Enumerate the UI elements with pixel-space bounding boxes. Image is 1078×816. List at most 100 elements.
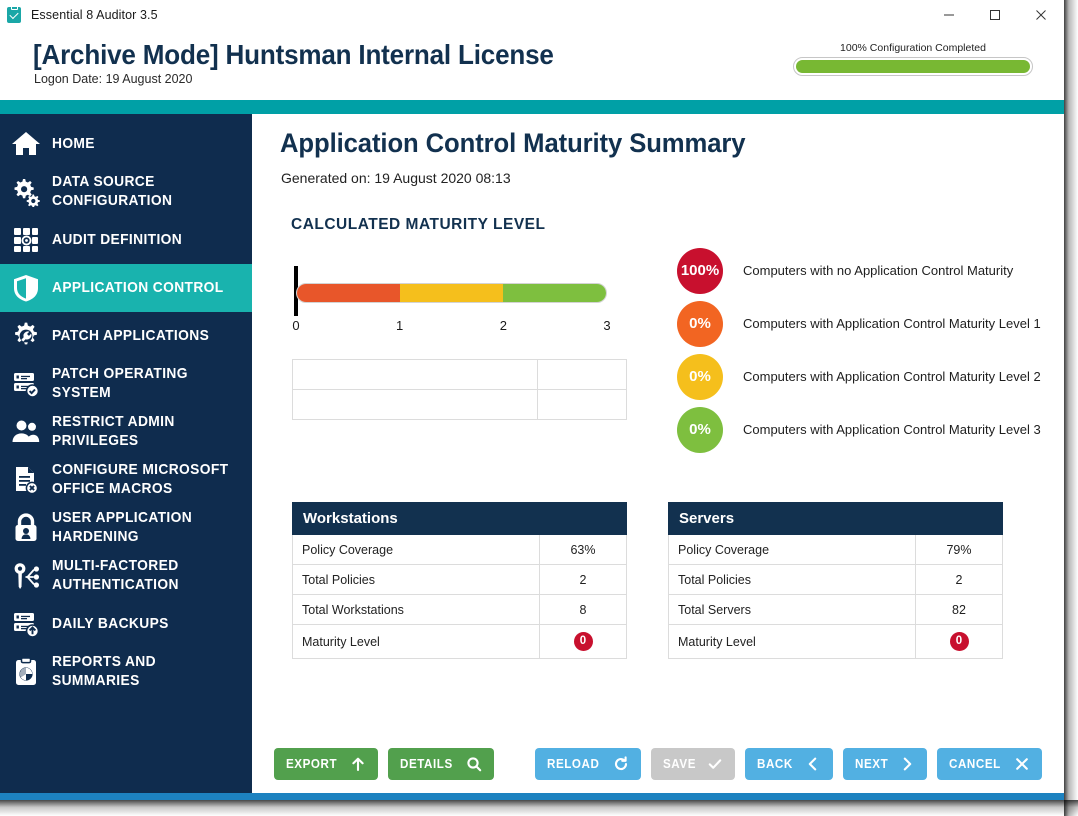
detail-row-label: Maturity Level bbox=[669, 625, 916, 659]
clipboard-check-icon bbox=[7, 7, 23, 23]
magnifier-icon bbox=[466, 756, 482, 772]
sidebar-item-patch-applications[interactable]: PATCH APPLICATIONS bbox=[0, 312, 252, 360]
status-badge: 0 bbox=[916, 625, 1003, 659]
sidebar-item-user-application-hardening[interactable]: USER APPLICATION HARDENING bbox=[0, 504, 252, 552]
generated-on: Generated on: 19 August 2020 08:13 bbox=[281, 170, 511, 186]
sidebar-item-restrict-admin-privileges[interactable]: RESTRICT ADMIN PRIVILEGES bbox=[0, 408, 252, 456]
servers-table-header: Servers bbox=[669, 503, 1003, 535]
button-label: DETAILS bbox=[400, 757, 453, 771]
detail-row-label: Maturity Level bbox=[293, 625, 540, 659]
info-row-label bbox=[293, 360, 538, 390]
table-row: Total Policies2 bbox=[293, 565, 627, 595]
chevron-left-icon bbox=[805, 756, 821, 772]
sidebar-item-patch-operating-system[interactable]: PATCH OPERATING SYSTEM bbox=[0, 360, 252, 408]
detail-row-value: 2 bbox=[540, 565, 627, 595]
detail-row-label: Total Policies bbox=[293, 565, 540, 595]
table-row: Policy Coverage79% bbox=[669, 535, 1003, 565]
detail-row-value: 8 bbox=[540, 595, 627, 625]
close-icon[interactable] bbox=[1018, 0, 1064, 30]
sidebar-item-label: MULTI-FACTORED AUTHENTICATION bbox=[52, 557, 229, 595]
table-row bbox=[293, 390, 627, 420]
cancel-button[interactable]: CANCEL bbox=[937, 748, 1042, 780]
next-button[interactable]: NEXT bbox=[843, 748, 928, 780]
gauge-tick-2: 2 bbox=[500, 318, 507, 333]
reload-button[interactable]: RELOAD bbox=[535, 748, 640, 780]
check-icon bbox=[707, 756, 723, 772]
detail-row-label: Total Workstations bbox=[293, 595, 540, 625]
detail-row-label: Total Policies bbox=[669, 565, 916, 595]
sidebar-item-label: USER APPLICATION HARDENING bbox=[52, 509, 229, 547]
page-title: Application Control Maturity Summary bbox=[280, 128, 745, 159]
header-accent-rule bbox=[0, 100, 1064, 114]
legend-percent-badge: 0% bbox=[677, 407, 723, 453]
maximize-icon[interactable] bbox=[972, 0, 1018, 30]
legend-percent-badge: 0% bbox=[677, 354, 723, 400]
window-controls bbox=[926, 0, 1064, 30]
main-content: Application Control Maturity Summary Gen… bbox=[252, 114, 1064, 796]
details-button[interactable]: DETAILS bbox=[388, 748, 494, 780]
gears-icon bbox=[0, 177, 52, 207]
sidebar-item-multi-factored-authentication[interactable]: MULTI-FACTORED AUTHENTICATION bbox=[0, 552, 252, 600]
server-upload-icon bbox=[0, 609, 52, 639]
shield-icon bbox=[0, 273, 52, 303]
sidebar-item-application-control[interactable]: APPLICATION CONTROL bbox=[0, 264, 252, 312]
chevron-right-icon bbox=[899, 756, 915, 772]
info-row-value bbox=[538, 360, 627, 390]
minimize-icon[interactable] bbox=[926, 0, 972, 30]
legend-row: 100% Computers with no Application Contro… bbox=[677, 244, 1037, 297]
window-shadow-bottom bbox=[0, 800, 1078, 816]
footer-accent-rule bbox=[0, 793, 1064, 800]
button-label: RELOAD bbox=[547, 757, 599, 771]
sidebar-item-reports-and-summaries[interactable]: REPORTS AND SUMMARIES bbox=[0, 648, 252, 696]
sidebar-item-label: RESTRICT ADMIN PRIVILEGES bbox=[52, 413, 229, 451]
clipboard-chart-icon bbox=[0, 657, 52, 687]
gauge-bar bbox=[296, 283, 607, 303]
detail-row-value: 2 bbox=[916, 565, 1003, 595]
progress-fill bbox=[796, 60, 1030, 73]
server-check-icon bbox=[0, 369, 52, 399]
sidebar-item-daily-backups[interactable]: DAILY BACKUPS bbox=[0, 600, 252, 648]
sidebar-item-home[interactable]: HOME bbox=[0, 120, 252, 168]
detail-row-value: 79% bbox=[916, 535, 1003, 565]
sidebar-item-label: PATCH OPERATING SYSTEM bbox=[52, 365, 229, 403]
sidebar-item-label: CONFIGURE MICROSOFT OFFICE MACROS bbox=[52, 461, 229, 499]
legend-row: 0%Computers with Application Control Mat… bbox=[677, 350, 1037, 403]
section-title-maturity: CALCULATED MATURITY LEVEL bbox=[291, 216, 545, 234]
sidebar-item-label: REPORTS AND SUMMARIES bbox=[52, 653, 229, 691]
back-button[interactable]: BACK bbox=[745, 748, 833, 780]
table-row: Policy Coverage63% bbox=[293, 535, 627, 565]
sidebar-item-data-source-configuration[interactable]: DATA SOURCE CONFIGURATION bbox=[0, 168, 252, 216]
cross-icon bbox=[1014, 756, 1030, 772]
sidebar-item-audit-definition[interactable]: AUDIT DEFINITION bbox=[0, 216, 252, 264]
action-button-bar: EXPORT DETAILS RELOAD SAVE BACK NEXT CANCEL bbox=[252, 748, 1064, 780]
table-row: Total Policies2 bbox=[669, 565, 1003, 595]
detail-row-value: 63% bbox=[540, 535, 627, 565]
gauge-segment-0 bbox=[297, 284, 400, 302]
sidebar-nav: HOME DATA SOURCE CONFIGURATION AUDIT DEFIN… bbox=[0, 114, 252, 796]
detail-row-label: Policy Coverage bbox=[293, 535, 540, 565]
export-button[interactable]: EXPORT bbox=[274, 748, 378, 780]
sidebar-item-label: HOME bbox=[52, 135, 95, 154]
legend-percent-badge: 100% bbox=[677, 248, 723, 294]
table-row bbox=[293, 360, 627, 390]
button-label: SAVE bbox=[663, 757, 696, 771]
gauge-tick-1: 1 bbox=[396, 318, 403, 333]
maturity-level-badge: 0 bbox=[574, 632, 593, 651]
servers-table: Servers Policy Coverage79%Total Policies… bbox=[668, 502, 1003, 659]
gauge-tick-labels: 0123 bbox=[292, 318, 607, 338]
maturity-legend: 100% Computers with no Application Contro… bbox=[677, 244, 1037, 456]
sidebar-item-configure-microsoft-office-macros[interactable]: CONFIGURE MICROSOFT OFFICE MACROS bbox=[0, 456, 252, 504]
legend-label: Computers with Application Control Matur… bbox=[743, 369, 1041, 384]
gauge-row bbox=[292, 266, 607, 316]
legend-label: Computers with Application Control Matur… bbox=[743, 316, 1041, 331]
app-title: Essential 8 Auditor 3.5 bbox=[31, 8, 158, 22]
legend-label: Computers with no Application Control Ma… bbox=[743, 263, 1013, 278]
screenshot-root: Essential 8 Auditor 3.5 [Archive Mode] H… bbox=[0, 0, 1078, 816]
detail-row-label: Total Servers bbox=[669, 595, 916, 625]
button-label: NEXT bbox=[855, 757, 888, 771]
users-icon bbox=[0, 417, 52, 447]
button-label: EXPORT bbox=[286, 757, 337, 771]
sidebar-item-label: DATA SOURCE CONFIGURATION bbox=[52, 173, 229, 211]
gear-wrench-icon bbox=[0, 321, 52, 351]
gauge-segment-1 bbox=[400, 284, 503, 302]
